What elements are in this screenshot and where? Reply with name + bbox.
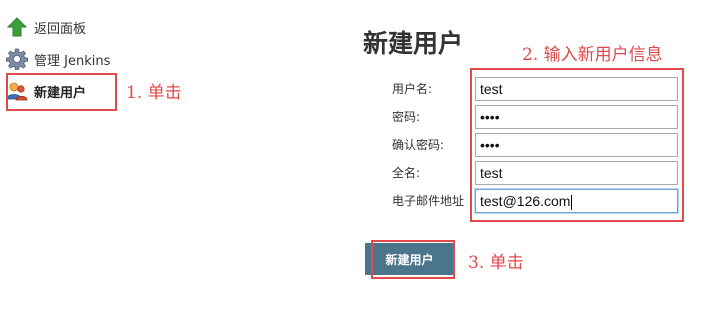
annotation-box-step3 [371, 240, 455, 279]
sidebar-item-label: 管理 Jenkins [34, 53, 111, 69]
annotation-box-step1 [6, 73, 117, 111]
email-field[interactable]: test@126.com [475, 189, 678, 213]
annotation-step3: 3. 单击 [468, 253, 524, 273]
email-label: 电子邮件地址 [392, 194, 465, 208]
annotation-step2: 2. 输入新用户信息 [522, 45, 663, 65]
username-field[interactable]: test [475, 77, 678, 101]
confirm-password-field[interactable]: •••• [475, 133, 678, 157]
confirm-password-label: 确认密码: [392, 138, 445, 152]
sidebar-item-back-to-dashboard[interactable]: 返回面板 [6, 15, 86, 39]
gear-icon [6, 48, 28, 71]
sidebar-item-label: 返回面板 [34, 21, 87, 37]
text-caret [571, 194, 573, 210]
password-label: 密码: [392, 110, 421, 124]
full-name-field[interactable]: test [475, 161, 678, 185]
page-title: 新建用户 [363, 29, 464, 58]
username-label: 用户名: [392, 82, 433, 96]
up-arrow-icon [6, 16, 28, 38]
email-value: test@126.com [480, 193, 571, 209]
password-field[interactable]: •••• [475, 105, 678, 129]
full-name-label: 全名: [392, 166, 421, 180]
sidebar-item-manage-jenkins[interactable]: 管理 Jenkins [6, 47, 110, 71]
annotation-step1: 1. 单击 [126, 83, 182, 103]
